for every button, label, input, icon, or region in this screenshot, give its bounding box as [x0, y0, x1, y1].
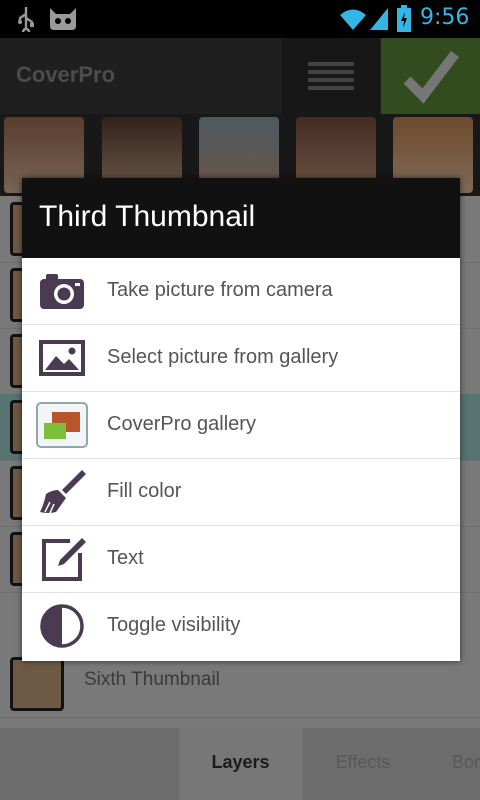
- wifi-icon: [340, 9, 366, 30]
- contrast-icon: [40, 604, 84, 648]
- option-label: Take picture from camera: [107, 279, 333, 301]
- text-option[interactable]: Text: [22, 526, 460, 593]
- coverpro-gallery-icon: [36, 402, 88, 448]
- fill-color-option[interactable]: Fill color: [22, 459, 460, 526]
- option-label: Toggle visibility: [107, 614, 241, 636]
- android-icon: [50, 8, 76, 30]
- option-label: Fill color: [107, 480, 182, 502]
- dialog-title: Third Thumbnail: [39, 200, 256, 233]
- option-label: CoverPro gallery: [107, 413, 256, 435]
- take-picture-option[interactable]: Take picture from camera: [22, 258, 460, 325]
- picture-icon: [39, 340, 85, 376]
- status-time: 9:56: [420, 5, 470, 30]
- camera-icon: [40, 274, 84, 309]
- toggle-visibility-option[interactable]: Toggle visibility: [22, 593, 460, 659]
- edit-icon: [42, 538, 86, 581]
- signal-icon: [370, 8, 388, 30]
- dialog-header: Third Thumbnail: [22, 178, 460, 258]
- brush-icon: [40, 470, 86, 514]
- option-label: Select picture from gallery: [107, 346, 339, 368]
- coverpro-gallery-option[interactable]: CoverPro gallery: [22, 392, 460, 459]
- option-label: Text: [107, 547, 144, 569]
- battery-icon: [397, 5, 411, 32]
- status-bar: 9:56: [0, 0, 480, 38]
- select-gallery-option[interactable]: Select picture from gallery: [22, 325, 460, 392]
- thumbnail-options-dialog: Third Thumbnail Take picture from camera…: [22, 178, 460, 661]
- usb-icon: [18, 7, 34, 32]
